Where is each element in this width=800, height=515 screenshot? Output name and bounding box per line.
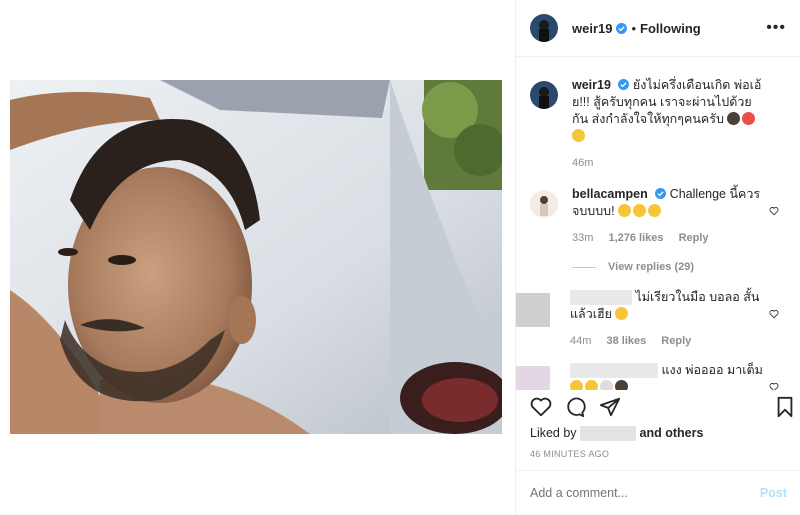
bearded-face-emoji-icon bbox=[615, 380, 628, 390]
liked-by-others-link[interactable]: and others bbox=[640, 426, 704, 440]
caption-row: weir19 ยังไม่ครึ่งเดือนเกิด พ่อเอ้ย!!! ส… bbox=[530, 77, 787, 172]
comment-bubble-icon[interactable] bbox=[564, 396, 586, 418]
ghost-face-emoji-icon bbox=[600, 380, 613, 390]
comment-time[interactable]: 44m bbox=[570, 335, 591, 347]
redacted-liker bbox=[580, 426, 637, 442]
commenter-avatar[interactable] bbox=[516, 293, 550, 327]
more-options-icon[interactable]: ••• bbox=[766, 19, 786, 37]
dizzy-face-emoji-icon bbox=[633, 204, 647, 217]
comment-meta: 33m 1,276 likes Reply bbox=[572, 230, 767, 247]
comment-likes[interactable]: 38 likes bbox=[606, 335, 646, 347]
save-bookmark-icon[interactable] bbox=[774, 396, 796, 418]
header-separator: • bbox=[631, 20, 637, 36]
caption-username[interactable]: weir19 bbox=[572, 78, 611, 92]
comment-row: ไม่เรียวในมือ บอลอ สั้นแล้วเฮีย 44m 38 l… bbox=[516, 289, 787, 350]
comments-list: weir19 ยังไม่ครึ่งเดือนเกิด พ่อเอ้ย!!! ส… bbox=[516, 57, 800, 390]
reply-button[interactable]: Reply bbox=[661, 335, 691, 347]
comment-like-heart-icon[interactable] bbox=[769, 206, 779, 216]
liked-by-prefix: Liked by bbox=[530, 426, 577, 440]
post-timestamp[interactable]: 46 MINUTES AGO bbox=[530, 449, 609, 459]
comment-row: แงง พ่ออออ มาเต็ม bbox=[516, 362, 787, 390]
comment-body: ไม่เรียวในมือ บอลอ สั้นแล้วเฮีย 44m 38 l… bbox=[570, 289, 787, 350]
verified-badge-icon bbox=[655, 188, 667, 199]
laughing-emoji-icon bbox=[615, 307, 629, 320]
reply-button[interactable]: Reply bbox=[679, 232, 709, 244]
like-heart-icon[interactable] bbox=[530, 396, 552, 418]
commenter-username[interactable]: bellacampen bbox=[572, 187, 648, 201]
add-comment-bar: Post bbox=[516, 470, 800, 515]
replies-divider bbox=[572, 266, 596, 268]
author-username[interactable]: weir19 bbox=[572, 21, 612, 36]
view-replies-label: View replies (29) bbox=[608, 261, 695, 273]
laughing-emoji-icon bbox=[570, 380, 583, 390]
commenter-avatar[interactable] bbox=[516, 366, 550, 390]
laughing-emoji-icon bbox=[585, 380, 598, 390]
post-header: weir19 • Following ••• bbox=[516, 0, 800, 57]
author-avatar[interactable] bbox=[530, 14, 558, 42]
caption-meta: 46m bbox=[572, 155, 767, 172]
share-paper-plane-icon[interactable] bbox=[599, 396, 621, 418]
comment-meta: 44m 38 likes Reply bbox=[570, 333, 767, 350]
redacted-username bbox=[570, 363, 658, 379]
comment-like-heart-icon[interactable] bbox=[769, 309, 779, 319]
instagram-post-modal: weir19 • Following ••• weir19 ยังไม่ครึ่… bbox=[0, 0, 800, 515]
commenter-avatar[interactable] bbox=[530, 190, 558, 218]
liked-by-line: Liked by and others bbox=[530, 426, 704, 442]
comment-like-heart-icon[interactable] bbox=[769, 382, 779, 390]
post-comment-button[interactable]: Post bbox=[760, 486, 787, 500]
view-replies-button[interactable]: View replies (29) bbox=[572, 261, 787, 273]
heart-eyes-emoji-icon bbox=[742, 112, 756, 125]
post-photo[interactable] bbox=[10, 80, 502, 434]
media-pane bbox=[0, 0, 515, 515]
post-sidebar: weir19 • Following ••• weir19 ยังไม่ครึ่… bbox=[515, 0, 800, 515]
tongue-emoji-icon bbox=[648, 204, 662, 217]
victory-hand-emoji-icon bbox=[572, 129, 585, 142]
caption-time[interactable]: 46m bbox=[572, 157, 593, 169]
comment-text: แงง พ่ออออ มาเต็ม bbox=[661, 363, 763, 377]
comment-likes[interactable]: 1,276 likes bbox=[608, 232, 663, 244]
following-button[interactable]: Following bbox=[640, 21, 701, 36]
comment-row: bellacampen Challenge นี้ควรจบบบบ! 33m 1… bbox=[530, 186, 787, 247]
smirk-face-emoji-icon bbox=[727, 112, 741, 125]
grimace-emoji-icon bbox=[618, 204, 632, 217]
add-comment-input[interactable] bbox=[530, 486, 760, 500]
verified-badge-icon bbox=[616, 22, 628, 34]
action-bar bbox=[530, 392, 793, 422]
verified-badge-icon bbox=[618, 79, 630, 90]
comment-body: แงง พ่ออออ มาเต็ม bbox=[570, 362, 787, 390]
comment-time[interactable]: 33m bbox=[572, 232, 593, 244]
redacted-username bbox=[570, 290, 632, 306]
caption-avatar[interactable] bbox=[530, 81, 558, 109]
comment-body: bellacampen Challenge นี้ควรจบบบบ! 33m 1… bbox=[572, 186, 787, 247]
post-photo-image bbox=[10, 80, 502, 434]
caption-body: weir19 ยังไม่ครึ่งเดือนเกิด พ่อเอ้ย!!! ส… bbox=[572, 77, 787, 172]
